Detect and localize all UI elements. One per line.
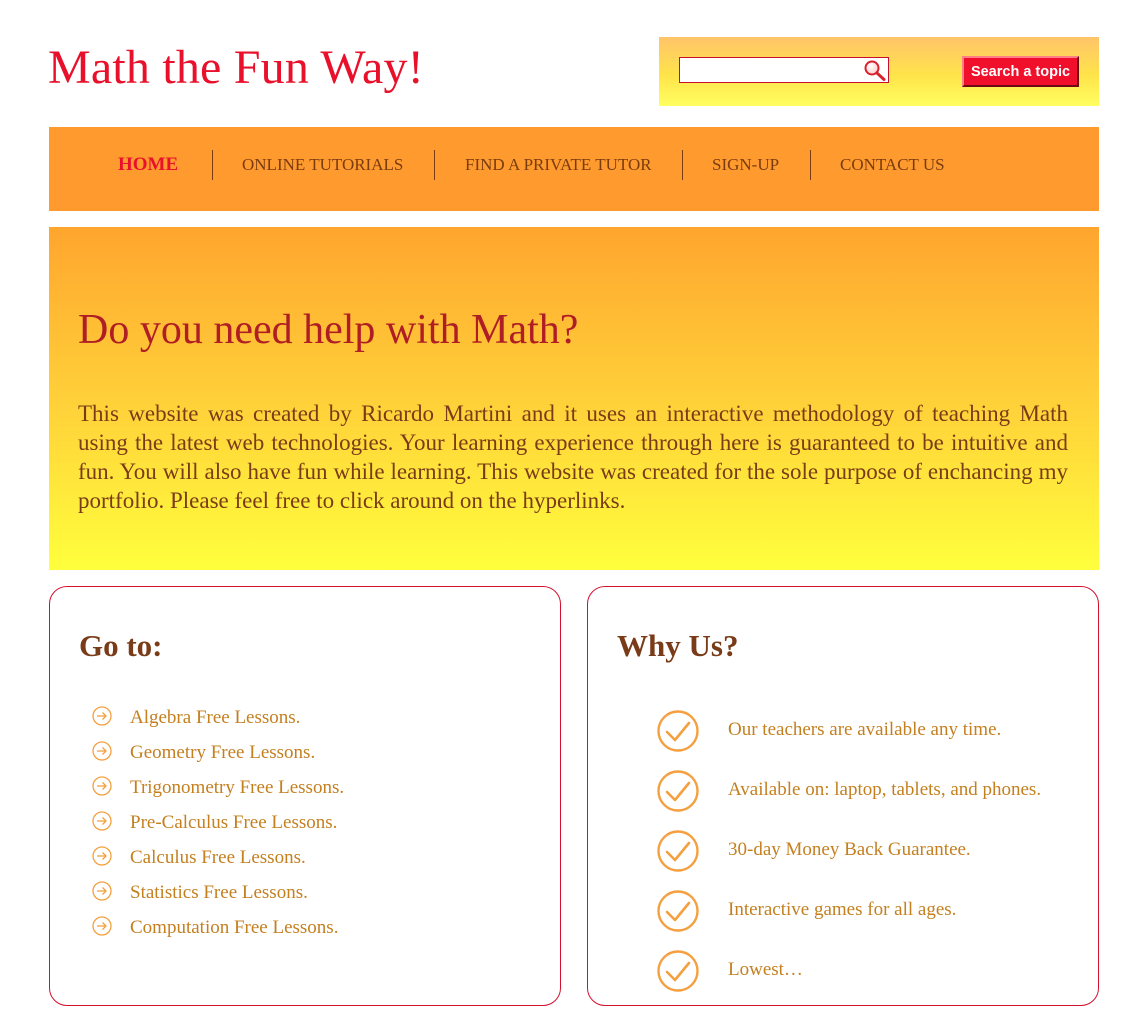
search-panel: Search a topic [659, 37, 1099, 106]
circle-arrow-right-icon [92, 741, 112, 761]
search-input[interactable] [680, 58, 868, 82]
search-button[interactable]: Search a topic [962, 56, 1079, 87]
search-icon[interactable] [863, 59, 887, 81]
why-us-item: 30-day Money Back Guarantee. [728, 839, 971, 860]
why-us-item: Our teachers are available any time. [728, 719, 1002, 740]
circle-check-icon [657, 890, 699, 932]
nav-online-tutorials[interactable]: ONLINE TUTORIALS [242, 155, 403, 175]
circle-arrow-right-icon [92, 881, 112, 901]
nav-contact-us[interactable]: CONTACT US [840, 155, 945, 175]
why-us-item: Available on: laptop, tablets, and phone… [728, 779, 1042, 800]
circle-check-icon [657, 710, 699, 752]
why-us-item: Interactive games for all ages. [728, 899, 957, 920]
nav-find-private-tutor[interactable]: FIND A PRIVATE TUTOR [465, 155, 652, 175]
calculus-lessons-link[interactable]: Calculus Free Lessons. [130, 847, 306, 869]
circle-arrow-right-icon [92, 916, 112, 936]
hero-banner: Do you need help with Math? This website… [49, 227, 1099, 570]
statistics-lessons-link[interactable]: Statistics Free Lessons. [130, 882, 308, 904]
geometry-lessons-link[interactable]: Geometry Free Lessons. [130, 742, 315, 764]
hero-text: This website was created by Ricardo Mart… [78, 401, 1068, 513]
circle-check-icon [657, 770, 699, 812]
circle-arrow-right-icon [92, 706, 112, 726]
nav-divider [434, 150, 435, 180]
nav-divider [212, 150, 213, 180]
algebra-lessons-link[interactable]: Algebra Free Lessons. [130, 707, 300, 729]
circle-arrow-right-icon [92, 811, 112, 831]
computation-lessons-link[interactable]: Computation Free Lessons. [130, 917, 338, 939]
why-us-card: Why Us? Our teachers are available any t… [587, 586, 1099, 1006]
search-box[interactable] [679, 57, 889, 83]
goto-title: Go to: [79, 628, 163, 663]
main-nav: HOME ONLINE TUTORIALS FIND A PRIVATE TUT… [49, 127, 1099, 211]
why-us-title: Why Us? [617, 628, 739, 663]
nav-divider [682, 150, 683, 180]
nav-sign-up[interactable]: SIGN-UP [712, 155, 779, 175]
site-title: Math the Fun Way! [48, 41, 424, 94]
why-us-item: Lowest… [728, 959, 803, 980]
circle-check-icon [657, 950, 699, 992]
goto-card: Go to: Algebra Free Lessons. Geometry Fr… [49, 586, 561, 1006]
hero-title: Do you need help with Math? [78, 307, 579, 353]
trigonometry-lessons-link[interactable]: Trigonometry Free Lessons. [130, 777, 344, 799]
circle-check-icon [657, 830, 699, 872]
pre-calculus-lessons-link[interactable]: Pre-Calculus Free Lessons. [130, 812, 337, 834]
nav-home[interactable]: HOME [118, 154, 178, 176]
nav-divider [810, 150, 811, 180]
circle-arrow-right-icon [92, 776, 112, 796]
circle-arrow-right-icon [92, 846, 112, 866]
